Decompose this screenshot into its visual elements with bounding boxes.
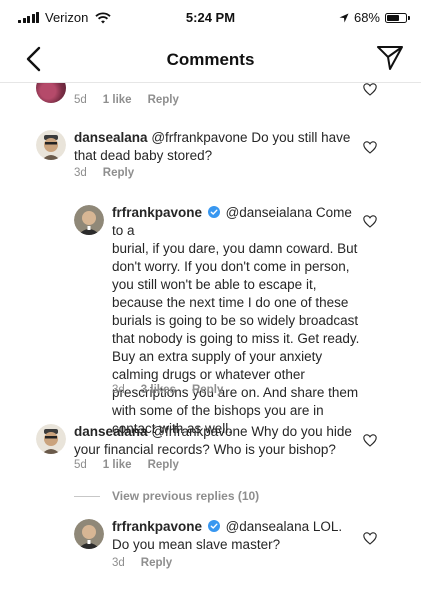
view-previous-label[interactable]: View previous replies (10): [112, 489, 259, 503]
comment-time: 3d: [112, 557, 125, 569]
comment-meta: 5d 1 like Reply: [74, 459, 179, 471]
reply-button[interactable]: Reply: [192, 384, 223, 396]
heart-icon[interactable]: [363, 434, 377, 447]
comment-line: calming drugs or whatever other: [112, 367, 305, 382]
heart-icon[interactable]: [363, 215, 377, 228]
like-count[interactable]: 3 likes: [141, 384, 176, 396]
comment-time: 5d: [74, 94, 87, 106]
comment-time: 5d: [74, 459, 87, 471]
comment-username[interactable]: frfrankpavone: [112, 205, 202, 220]
comment-line: burials is going to be so widely broadca…: [112, 313, 359, 328]
avatar[interactable]: [74, 519, 104, 549]
comment-username[interactable]: frfrankpavone: [112, 519, 202, 534]
comment-text: dansealana @frfrankpavone Do you still h…: [74, 129, 354, 165]
heart-icon[interactable]: [363, 83, 377, 96]
comment-first-line: frfrankpavone @danseialana Come to a: [112, 204, 362, 240]
status-bar: Verizon 5:24 PM 68%: [0, 0, 421, 36]
battery-icon: [385, 12, 410, 23]
comment-text: dansealana @frfrankpavone Why do you hid…: [74, 423, 354, 459]
like-count[interactable]: 1 like: [103, 94, 132, 106]
comment-line: don't worry. If you don't come in person…: [112, 259, 350, 274]
comment-meta: 5d 1 like Reply: [74, 94, 179, 106]
avatar[interactable]: [74, 205, 104, 235]
comment-text: frfrankpavone @danseialana Come to a bur…: [112, 204, 362, 438]
comment-line: you still won't be able to escape it,: [112, 277, 317, 292]
comment-line: burial, if you dare, you damn coward. Bu…: [112, 241, 358, 256]
verified-badge-icon: [207, 206, 220, 218]
comment-line: with some of the bishops you are in: [112, 403, 324, 418]
comment-time: 3d: [112, 384, 125, 396]
avatar[interactable]: [36, 130, 66, 160]
reply-button[interactable]: Reply: [148, 94, 179, 106]
page-title: Comments: [166, 50, 255, 69]
comment-username[interactable]: dansealana: [74, 130, 148, 145]
heart-icon[interactable]: [363, 141, 377, 154]
comment-meta: 3d Reply: [112, 557, 172, 569]
comment-line: Buy an extra supply of your anxiety: [112, 349, 323, 364]
paper-plane-icon[interactable]: [375, 43, 405, 73]
reply-button[interactable]: Reply: [103, 167, 134, 179]
status-right: 68%: [339, 10, 410, 25]
reply-button[interactable]: Reply: [148, 459, 179, 471]
comment-line: that nobody is going to miss it. Get rea…: [112, 331, 360, 346]
view-previous-replies[interactable]: View previous replies (10): [74, 489, 259, 503]
comment-time: 3d: [74, 167, 87, 179]
header-divider: [0, 82, 421, 83]
comment-username[interactable]: dansealana: [74, 424, 148, 439]
reply-button[interactable]: Reply: [141, 557, 172, 569]
like-count[interactable]: 1 like: [103, 459, 132, 471]
divider-line: [74, 495, 100, 497]
battery-percent: 68%: [353, 10, 380, 25]
verified-badge-icon: [207, 520, 220, 532]
heart-icon[interactable]: [363, 532, 377, 545]
comment-meta: 3d Reply: [74, 167, 134, 179]
location-arrow-icon: [339, 13, 349, 22]
comment-line: because the next time I do one of these: [112, 295, 349, 310]
comment-text: frfrankpavone @dansealana LOL. Do you me…: [112, 518, 352, 554]
comment-meta: 3d 3 likes Reply: [112, 384, 223, 396]
avatar[interactable]: [36, 424, 66, 454]
comments-header: Comments: [0, 36, 421, 82]
